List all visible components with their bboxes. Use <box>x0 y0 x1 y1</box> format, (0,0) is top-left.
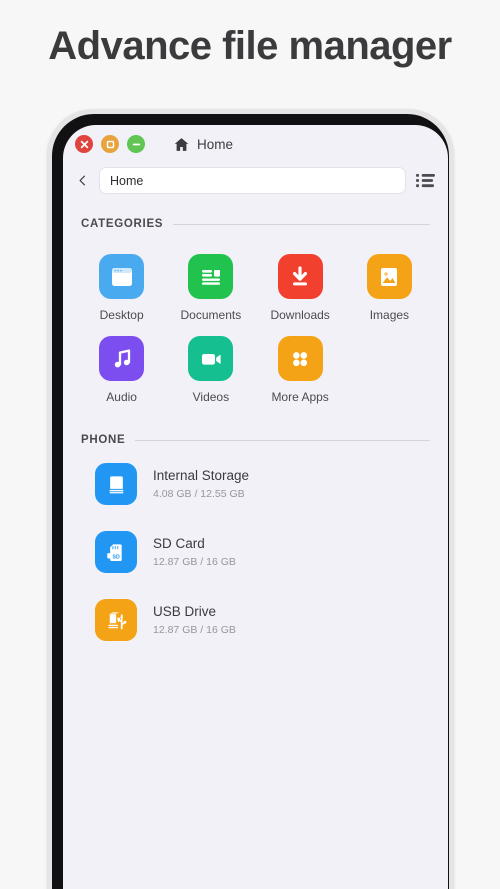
close-icon <box>80 140 88 148</box>
grid-apps-icon <box>277 336 323 381</box>
storage-text: Internal Storage 4.08 GB / 12.55 GB <box>153 468 249 500</box>
sd-card-icon: SD <box>95 531 137 573</box>
category-label: Audio <box>106 390 137 404</box>
window-title-label: Home <box>197 136 234 152</box>
storage-item-internal[interactable]: Internal Storage 4.08 GB / 12.55 GB <box>63 450 448 518</box>
categories-section-title: CATEGORIES <box>81 218 164 230</box>
section-divider <box>173 223 430 225</box>
path-bar <box>63 163 448 204</box>
minimize-icon <box>132 143 140 145</box>
category-label: Images <box>369 308 410 322</box>
desktop-window-icon <box>99 254 145 299</box>
window-titlebar: Home <box>63 125 448 163</box>
category-item-downloads[interactable]: Downloads <box>256 240 345 322</box>
storage-text: USB Drive 12.87 GB / 16 GB <box>153 604 236 636</box>
storage-name: SD Card <box>153 536 205 551</box>
storage-item-sd-card[interactable]: SD SD Card 12.87 GB / 16 GB <box>63 518 448 586</box>
video-camera-icon <box>188 336 234 381</box>
categories-section-header: CATEGORIES <box>63 218 448 230</box>
poster-canvas: Advance file manager Home Home CATEGORIE… <box>0 0 500 889</box>
music-note-icon <box>99 336 145 381</box>
storage-list: Internal Storage 4.08 GB / 12.55 GB SD S… <box>63 446 448 654</box>
category-label: More Apps <box>271 390 329 404</box>
category-label: Videos <box>192 390 230 404</box>
maximize-icon <box>106 140 114 148</box>
phone-mockup: Home Home CATEGORIES Desktop Documents D… <box>47 109 454 889</box>
category-label: Documents <box>180 308 242 322</box>
phone-section-header: PHONE <box>63 434 448 446</box>
category-label: Downloads <box>270 308 330 322</box>
category-item-desktop[interactable]: Desktop <box>77 240 166 322</box>
chevron-left-icon <box>78 175 85 186</box>
window-title-group: Home <box>173 136 233 153</box>
category-item-videos[interactable]: Videos <box>166 322 255 404</box>
list-view-icon <box>415 173 435 188</box>
download-icon <box>277 254 323 299</box>
back-button[interactable] <box>73 172 91 190</box>
category-item-audio[interactable]: Audio <box>77 322 166 404</box>
minimize-button[interactable] <box>127 135 145 153</box>
close-button[interactable] <box>75 135 93 153</box>
svg-text:SD: SD <box>112 554 119 560</box>
category-label: Desktop <box>99 308 144 322</box>
storage-item-usb-drive[interactable]: USB Drive 12.87 GB / 16 GB <box>63 586 448 654</box>
storage-name: USB Drive <box>153 604 217 619</box>
phone-section-title: PHONE <box>81 434 126 446</box>
section-divider <box>135 439 430 441</box>
category-item-images[interactable]: Images <box>345 240 434 322</box>
storage-text: SD Card 12.87 GB / 16 GB <box>153 536 236 568</box>
hard-drive-icon <box>95 463 137 505</box>
view-toggle-button[interactable] <box>414 170 436 192</box>
storage-usage: 12.87 GB / 16 GB <box>153 556 236 568</box>
category-item-more-apps[interactable]: More Apps <box>256 322 345 404</box>
phone-bezel: Home Home CATEGORIES Desktop Documents D… <box>52 114 449 889</box>
category-item-documents[interactable]: Documents <box>166 240 255 322</box>
categories-grid: Desktop Documents Downloads Images Audio… <box>63 230 448 404</box>
document-icon <box>188 254 234 299</box>
page-title: Advance file manager <box>48 24 452 68</box>
storage-usage: 4.08 GB / 12.55 GB <box>153 488 245 500</box>
storage-usage: 12.87 GB / 16 GB <box>153 624 236 636</box>
maximize-button[interactable] <box>101 135 119 153</box>
storage-name: Internal Storage <box>153 468 250 483</box>
path-input[interactable] <box>99 167 406 194</box>
home-icon <box>174 137 189 151</box>
image-icon <box>366 254 412 299</box>
phone-screen: Home Home CATEGORIES Desktop Documents D… <box>63 125 448 889</box>
usb-drive-icon <box>95 599 137 641</box>
